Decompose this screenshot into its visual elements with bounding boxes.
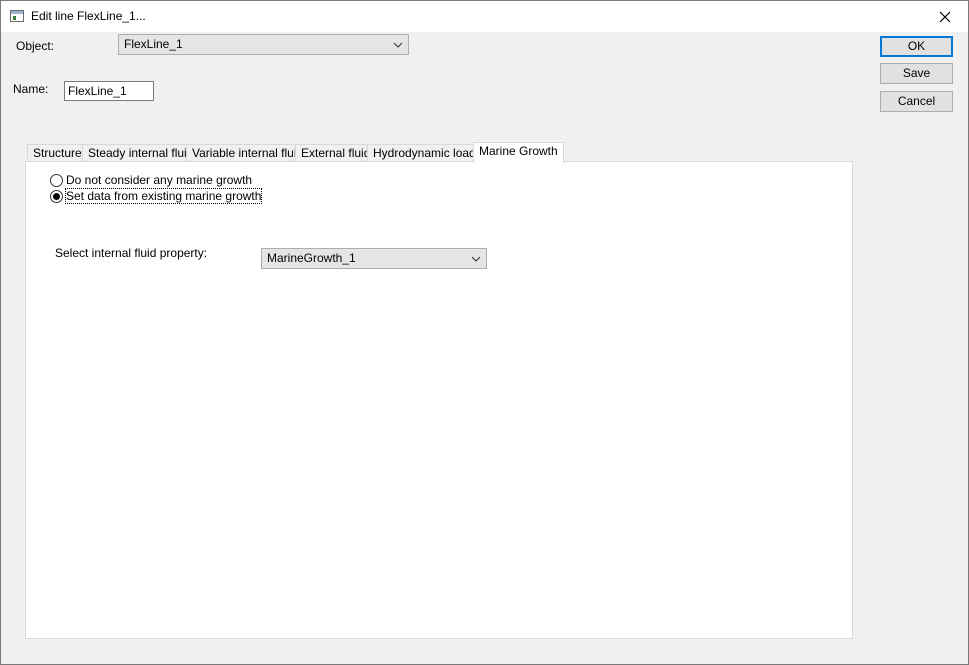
name-label: Name: xyxy=(13,82,49,96)
chevron-down-icon xyxy=(472,256,480,262)
title-bar: Edit line FlexLine_1... xyxy=(1,1,968,32)
object-label: Object: xyxy=(16,39,55,53)
save-button[interactable]: Save xyxy=(880,63,953,84)
name-field[interactable]: FlexLine_1 xyxy=(64,81,154,101)
edit-line-dialog: Edit line FlexLine_1... Object: FlexLine… xyxy=(0,0,969,665)
cancel-button[interactable]: Cancel xyxy=(880,91,953,112)
select-fluid-property-label: Select internal fluid property: xyxy=(55,246,208,260)
window-app-icon xyxy=(10,10,24,22)
marine-growth-panel: Do not consider any marine growth Set da… xyxy=(25,161,853,639)
chevron-down-icon xyxy=(394,42,402,48)
radio-no-marine-growth[interactable]: Do not consider any marine growth xyxy=(50,173,252,187)
object-select-value: FlexLine_1 xyxy=(124,37,183,51)
marine-growth-select-value: MarineGrowth_1 xyxy=(267,251,356,265)
radio-button-unchecked[interactable] xyxy=(50,173,63,187)
tab-marine-growth[interactable]: Marine Growth xyxy=(473,142,564,163)
radio-existing-marine-growth-label: Set data from existing marine growth xyxy=(64,188,263,204)
radio-existing-marine-growth[interactable]: Set data from existing marine growth xyxy=(50,188,263,204)
radio-no-marine-growth-label: Do not consider any marine growth xyxy=(66,173,253,187)
close-icon xyxy=(939,11,951,22)
close-button[interactable] xyxy=(922,1,968,32)
ok-button[interactable]: OK xyxy=(880,36,953,57)
object-select[interactable]: FlexLine_1 xyxy=(118,34,409,55)
window-title: Edit line FlexLine_1... xyxy=(31,9,146,23)
marine-growth-select[interactable]: MarineGrowth_1 xyxy=(261,248,487,269)
radio-button-checked[interactable] xyxy=(50,189,63,203)
